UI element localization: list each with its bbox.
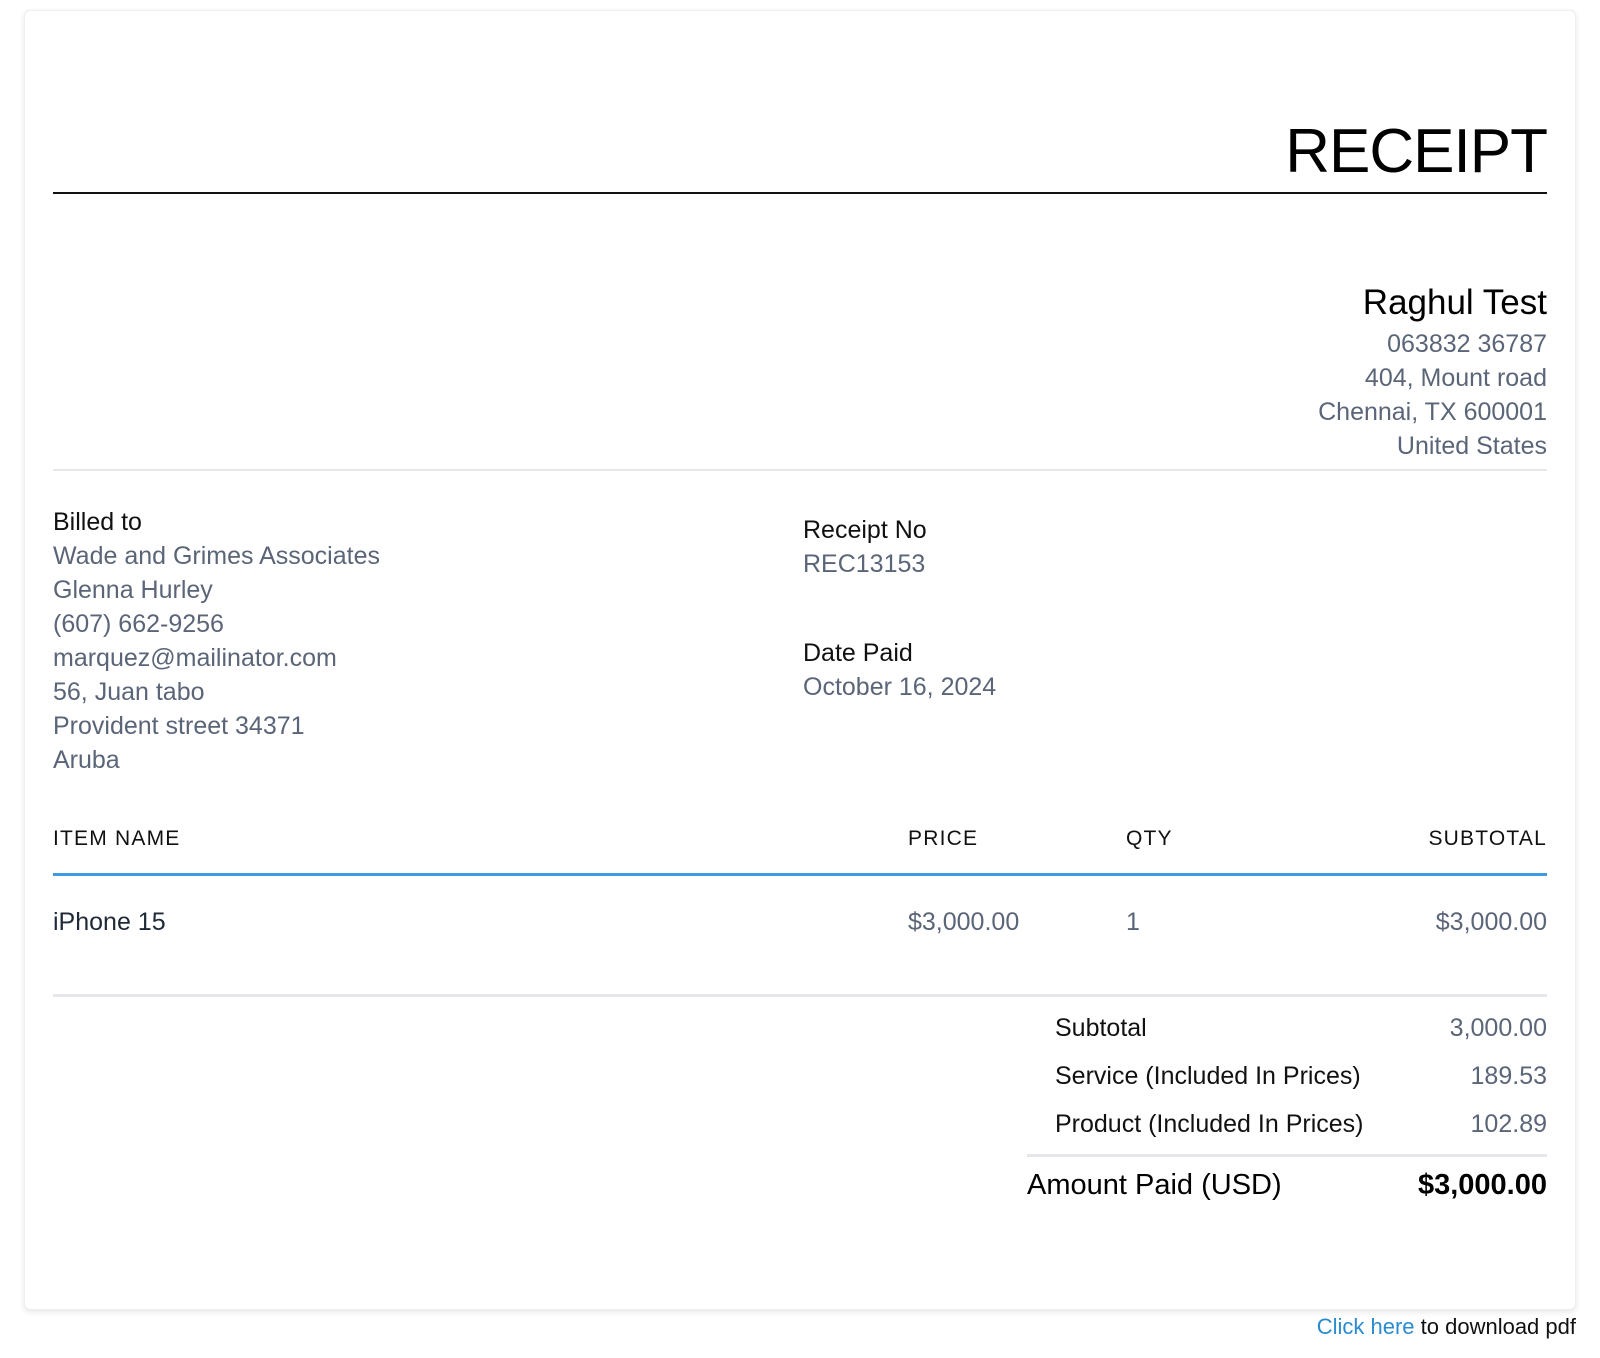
billed-to-email: marquez@mailinator.com (53, 644, 337, 672)
receipt-title: RECEIPT (1285, 117, 1548, 186)
receipt-number-block: Receipt No REC13153 (803, 513, 927, 581)
company-address-line2: Chennai, TX 600001 (1318, 398, 1547, 426)
company-address-line1: 404, Mount road (1364, 364, 1547, 392)
billed-to-address-line2: Provident street 34371 (53, 712, 305, 740)
billed-to-phone: (607) 662-9256 (53, 610, 224, 638)
amount-paid-value: $3,000.00 (1417, 1169, 1547, 1201)
company-info: Raghul Test 063832 36787 404, Mount road… (1318, 279, 1547, 463)
billed-to-label: Billed to (53, 508, 142, 536)
date-paid: October 16, 2024 (803, 673, 997, 701)
receipt-card: RECEIPT Raghul Test 063832 36787 404, Mo… (24, 10, 1576, 1310)
receipt-number: REC13153 (803, 550, 926, 578)
row-subtotal: $3,000.00 (1435, 908, 1547, 936)
amount-divider (1027, 1154, 1547, 1157)
billed-to-section: Billed to Wade and Grimes Associates Gle… (53, 505, 380, 777)
header-qty: QTY (1126, 827, 1173, 850)
product-tax-value: 102.89 (1470, 1110, 1547, 1138)
service-tax-label: Service (Included In Prices) (1055, 1062, 1361, 1090)
subtotal-value: 3,000.00 (1449, 1014, 1547, 1042)
receipt-number-label: Receipt No (803, 516, 927, 544)
company-divider (53, 469, 1547, 471)
table-header-divider (53, 873, 1547, 876)
download-pdf-text: to download pdf (1414, 1314, 1576, 1339)
billed-to-address-line1: 56, Juan tabo (53, 678, 205, 706)
company-name: Raghul Test (1362, 283, 1547, 322)
billed-to-country: Aruba (53, 746, 120, 774)
header-subtotal: SUBTOTAL (1428, 827, 1547, 850)
date-paid-label: Date Paid (803, 639, 913, 667)
subtotal-label: Subtotal (1055, 1014, 1147, 1042)
title-divider (53, 192, 1547, 194)
amount-paid-label: Amount Paid (USD) (1027, 1169, 1282, 1201)
billed-to-company: Wade and Grimes Associates (53, 542, 380, 570)
row-item-name: iPhone 15 (53, 908, 166, 936)
product-tax-label: Product (Included In Prices) (1055, 1110, 1364, 1138)
table-bottom-divider (53, 994, 1547, 997)
download-footer: Click here to download pdf (1317, 1312, 1576, 1342)
row-price: $3,000.00 (908, 908, 1020, 936)
company-country: United States (1396, 432, 1547, 460)
date-paid-block: Date Paid October 16, 2024 (803, 636, 996, 704)
row-qty: 1 (1126, 908, 1140, 936)
download-pdf-link[interactable]: Click here (1317, 1314, 1415, 1339)
billed-to-contact: Glenna Hurley (53, 576, 213, 604)
header-price: PRICE (908, 827, 979, 850)
service-tax-value: 189.53 (1470, 1062, 1547, 1090)
header-item-name: ITEM NAME (53, 827, 181, 850)
company-phone: 063832 36787 (1387, 330, 1547, 358)
